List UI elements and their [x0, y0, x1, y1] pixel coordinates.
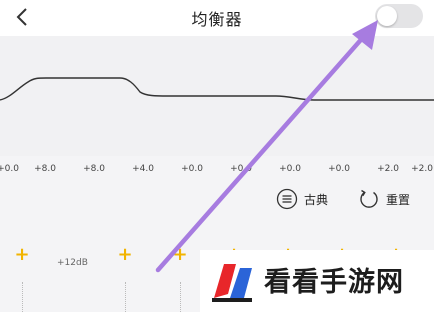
preset-label: 古典: [304, 192, 329, 207]
band-gain-label: +8.0: [34, 164, 56, 174]
toggle-knob: [377, 6, 397, 26]
band-gain-label: +0.0: [230, 164, 252, 174]
band-gain-label: +2.0: [377, 164, 399, 174]
plus-icon[interactable]: +: [117, 244, 132, 265]
band-gain-labels: +0.0 +8.0 +8.0 +4.0 +0.0 +0.0 +0.0 +0.0 …: [0, 164, 434, 178]
band-gain-label: +2.0: [411, 164, 433, 174]
slider-track[interactable]: [125, 282, 126, 312]
band-gain-label: +8.0: [83, 164, 105, 174]
band-gain-label: +4.0: [132, 164, 154, 174]
slider-track[interactable]: [22, 282, 23, 312]
max-db-label: +12dB: [57, 258, 88, 268]
page-title: 均衡器: [191, 10, 243, 29]
equalizer-toggle[interactable]: [375, 4, 423, 28]
plus-icon[interactable]: +: [172, 244, 187, 265]
preset-button[interactable]: 古典: [276, 188, 328, 210]
eq-curve: [0, 77, 434, 101]
list-circle-icon: [276, 188, 298, 210]
watermark-text: 看看手游网: [264, 267, 404, 298]
plus-icon[interactable]: +: [14, 244, 29, 265]
slider-track[interactable]: [180, 282, 181, 312]
watermark: 看看手游网: [200, 250, 434, 312]
eq-actions: 古典 重置: [0, 188, 434, 214]
band-gain-label: +0.0: [0, 164, 19, 174]
band-gain-label: +0.0: [279, 164, 301, 174]
top-bar: 均衡器: [0, 0, 434, 36]
refresh-icon: [360, 189, 378, 208]
band-gain-label: +0.0: [181, 164, 203, 174]
reset-label: 重置: [386, 192, 411, 207]
eq-curve-area: [0, 36, 434, 156]
reset-button[interactable]: 重置: [358, 188, 410, 210]
band-gain-label: +0.0: [328, 164, 350, 174]
watermark-logo: [212, 264, 252, 302]
